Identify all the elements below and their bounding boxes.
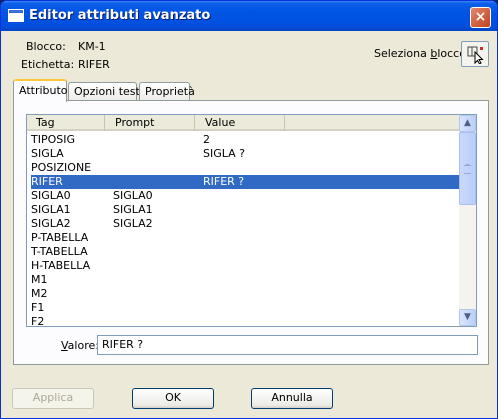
cell-tag: F2	[31, 315, 45, 327]
column-header-prompt[interactable]: Prompt	[105, 115, 195, 131]
cell-prompt: SIGLA1	[113, 203, 153, 216]
table-row[interactable]: SIGLA2 SIGLA2	[31, 217, 459, 231]
select-block-label[interactable]: Seleziona blocco	[374, 47, 466, 60]
window-title: Editor attributi avanzato	[29, 8, 211, 23]
close-button[interactable]: ×	[470, 7, 491, 28]
tab-attributo[interactable]: Attributo	[13, 79, 68, 102]
apply-button[interactable]: Applica	[12, 388, 94, 409]
select-block-button[interactable]	[461, 41, 489, 67]
table-row[interactable]: H-TABELLA	[31, 259, 459, 273]
cancel-button[interactable]: Annulla	[251, 388, 333, 409]
table-row[interactable]: SIGLA SIGLA ?	[31, 147, 459, 161]
table-row[interactable]: RIFER RIFER ?	[31, 175, 459, 189]
list-header: Tag Prompt Value	[27, 115, 459, 131]
table-row[interactable]: M2	[31, 287, 459, 301]
tag-value: RIFER	[78, 58, 110, 71]
dialog-window: Editor attributi avanzato × Blocco: KM-1…	[0, 0, 498, 419]
table-row[interactable]: TIPOSIG 2	[31, 133, 459, 147]
scroll-thumb[interactable]	[459, 132, 476, 205]
table-row[interactable]: POSIZIONE	[31, 161, 459, 175]
cell-tag: H-TABELLA	[31, 259, 91, 272]
tab-proprieta[interactable]: Proprietà	[139, 82, 195, 101]
block-value: KM-1	[78, 40, 106, 53]
cell-tag: SIGLA0	[31, 189, 71, 202]
cell-tag: TIPOSIG	[31, 133, 76, 146]
attribute-list[interactable]: Tag Prompt Value TIPOSIG 2 SIGLA SIGLA ? POS…	[26, 114, 477, 327]
cell-tag: SIGLA2	[31, 217, 71, 230]
cell-tag: POSIZIONE	[31, 161, 92, 174]
table-row[interactable]: SIGLA0 SIGLA0	[31, 189, 459, 203]
column-header-value[interactable]: Value	[195, 115, 285, 131]
pick-cursor-icon	[467, 46, 484, 64]
table-row[interactable]: P-TABELLA	[31, 231, 459, 245]
cell-value: RIFER ?	[203, 175, 245, 188]
block-label: Blocco:	[26, 40, 66, 53]
cell-value: 2	[203, 133, 210, 146]
cell-tag: SIGLA1	[31, 203, 71, 216]
cell-tag: T-TABELLA	[31, 245, 88, 258]
table-row[interactable]: F2	[31, 315, 459, 327]
window-icon	[8, 9, 24, 22]
cell-tag: RIFER	[31, 175, 63, 188]
tab-opzioni-testo[interactable]: Opzioni testo	[68, 82, 147, 101]
title-bar[interactable]: Editor attributi avanzato ×	[1, 1, 497, 31]
cell-tag: M1	[31, 273, 48, 286]
cell-tag: SIGLA	[31, 147, 64, 160]
vertical-scrollbar[interactable]: ▲ ▼	[459, 115, 476, 326]
tag-label: Etichetta:	[21, 58, 75, 71]
ok-button[interactable]: OK	[132, 388, 214, 409]
value-label: Valore:	[61, 339, 99, 352]
column-header-tag[interactable]: Tag	[27, 115, 105, 131]
scroll-up-button[interactable]: ▲	[459, 115, 476, 132]
value-field[interactable]: RIFER ?	[97, 335, 478, 355]
table-row[interactable]: SIGLA1 SIGLA1	[31, 203, 459, 217]
scroll-down-button[interactable]: ▼	[459, 309, 476, 326]
cell-prompt: SIGLA0	[113, 189, 153, 202]
cell-tag: M2	[31, 287, 48, 300]
list-rows: TIPOSIG 2 SIGLA SIGLA ? POSIZIONE RIFER RIFER …	[31, 133, 459, 327]
cell-tag: F1	[31, 301, 45, 314]
table-row[interactable]: F1	[31, 301, 459, 315]
cell-tag: P-TABELLA	[31, 231, 89, 244]
cell-value: SIGLA ?	[203, 147, 245, 160]
table-row[interactable]: M1	[31, 273, 459, 287]
cell-prompt: SIGLA2	[113, 217, 153, 230]
table-row[interactable]: T-TABELLA	[31, 245, 459, 259]
